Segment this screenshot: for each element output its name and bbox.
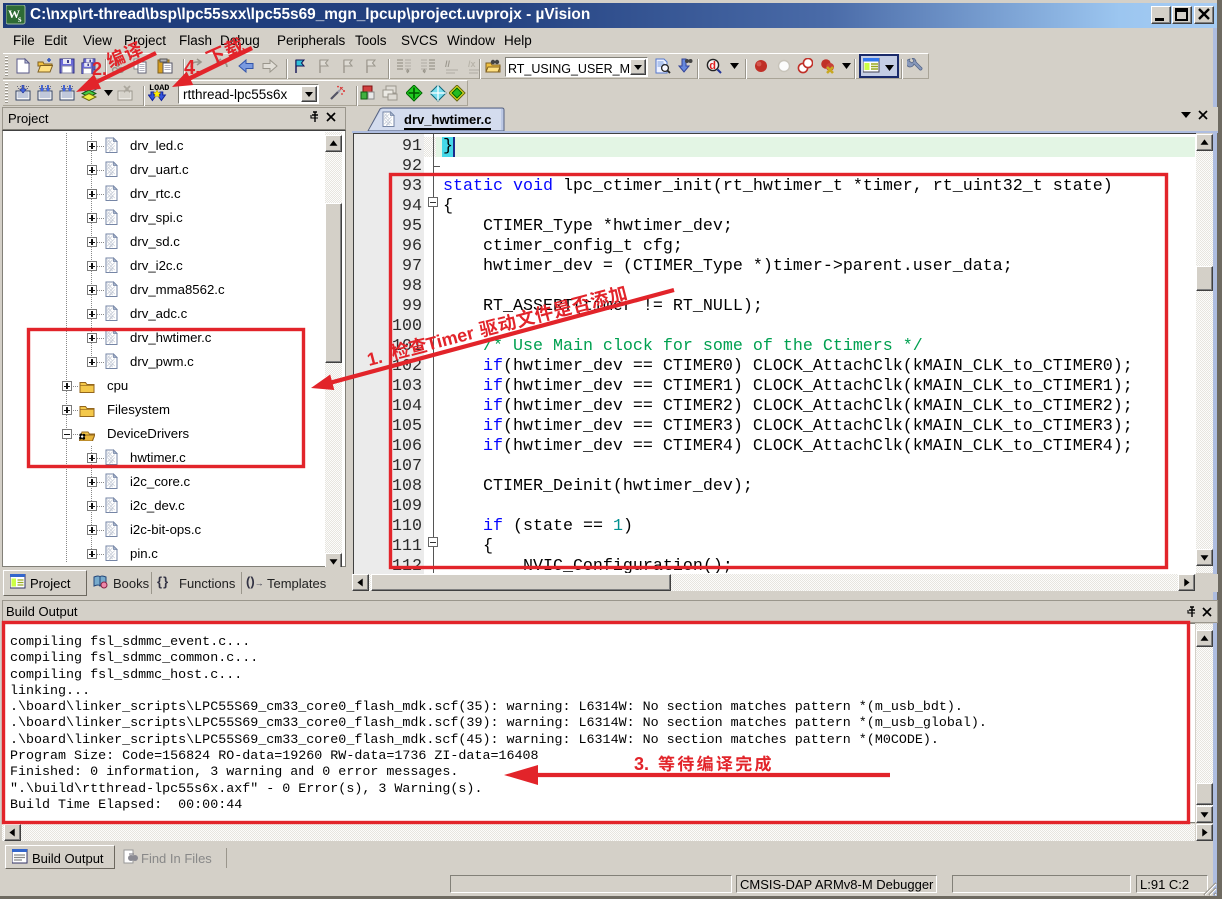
svg-text:1.: 1. <box>365 347 385 370</box>
svg-text:2.: 2. <box>92 59 107 79</box>
svg-text:4.: 4. <box>184 57 201 79</box>
svg-text:3.: 3. <box>634 754 649 774</box>
